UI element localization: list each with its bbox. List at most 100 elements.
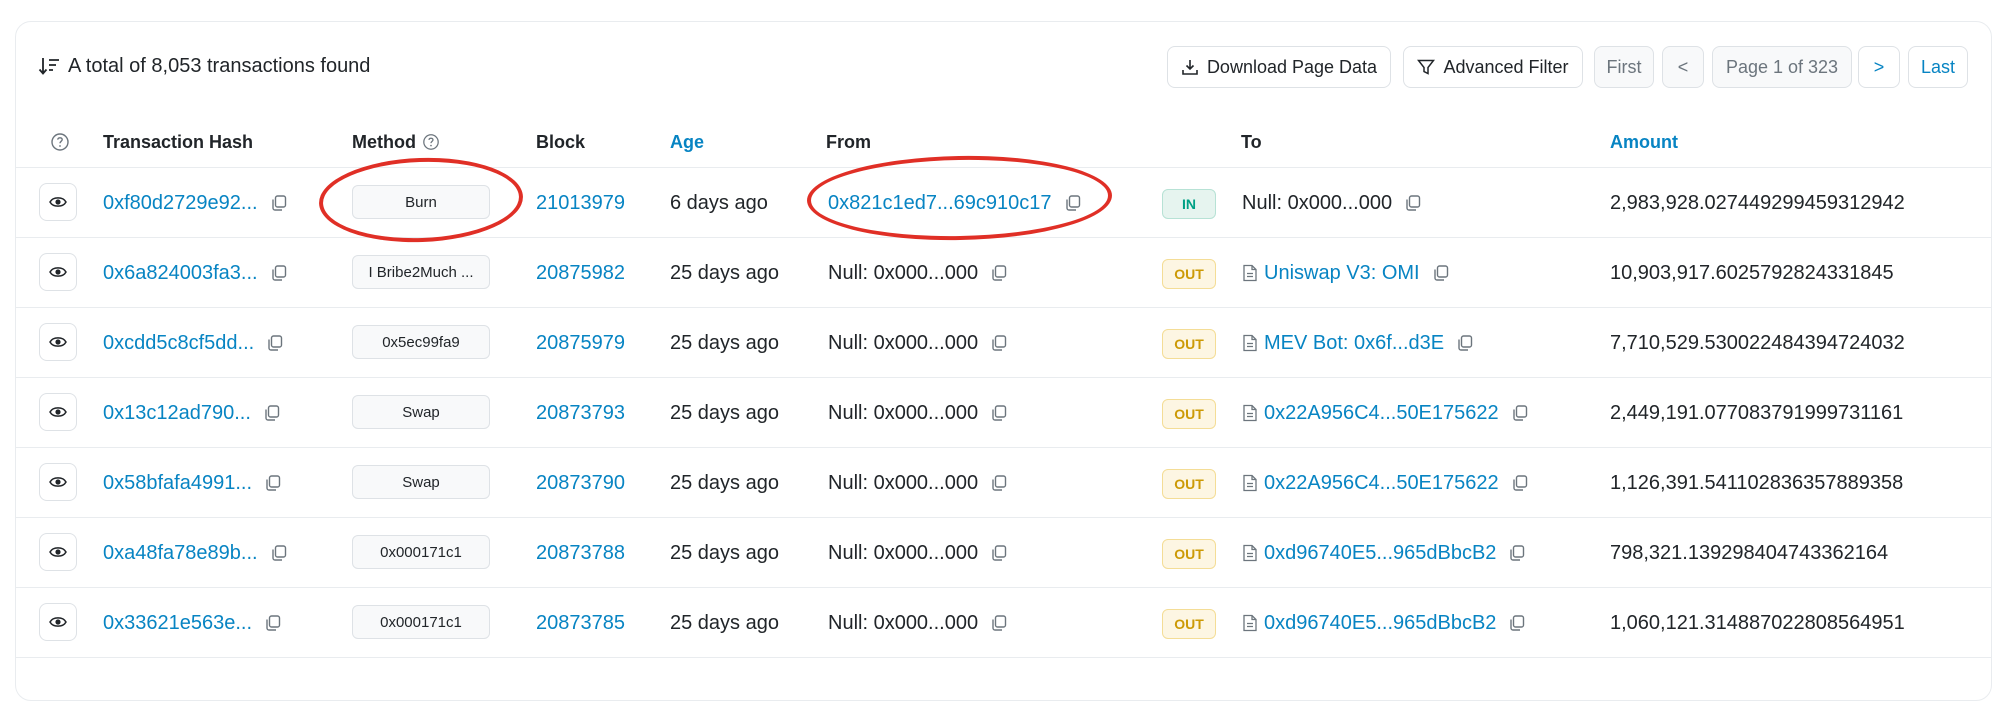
download-page-data-button[interactable]: Download Page Data <box>1167 46 1391 88</box>
page-indicator-label: Page 1 of 323 <box>1725 56 1839 77</box>
view-details-button[interactable] <box>39 323 77 361</box>
document-icon <box>1242 334 1258 352</box>
view-details-button[interactable] <box>39 393 77 431</box>
copy-icon[interactable] <box>990 474 1008 492</box>
age-text: 25 days ago <box>670 401 779 424</box>
block-link[interactable]: 21013979 <box>536 192 625 215</box>
transaction-hash-link[interactable]: 0x13c12ad790... <box>103 402 251 425</box>
from-address[interactable]: Null: 0x000...000 <box>828 262 978 285</box>
to-address[interactable]: 0x22A956C4...50E175622 <box>1264 402 1499 425</box>
copy-icon[interactable] <box>990 544 1008 562</box>
copy-icon[interactable] <box>264 614 282 632</box>
copy-icon[interactable] <box>1064 194 1082 212</box>
to-address[interactable]: Null: 0x000...000 <box>1242 192 1392 215</box>
block-link[interactable]: 20875979 <box>536 332 625 355</box>
eye-icon <box>49 617 67 627</box>
advanced-filter-label: Advanced Filter <box>1443 56 1569 77</box>
to-address[interactable]: Uniswap V3: OMI <box>1264 262 1420 285</box>
from-address[interactable]: 0x821c1ed7...69c910c17 <box>828 192 1052 215</box>
copy-icon[interactable] <box>270 194 288 212</box>
copy-icon[interactable] <box>1511 474 1529 492</box>
to-address[interactable]: 0x22A956C4...50E175622 <box>1264 472 1499 495</box>
sort-icon <box>38 58 59 75</box>
amount-value: 7,710,529.530022484394724032 <box>1610 331 1905 354</box>
from-address[interactable]: Null: 0x000...000 <box>828 332 978 355</box>
copy-icon[interactable] <box>266 334 284 352</box>
from-address[interactable]: Null: 0x000...000 <box>828 612 978 635</box>
copy-icon[interactable] <box>263 404 281 422</box>
direction-badge: OUT <box>1162 329 1216 359</box>
table-row: 0x13c12ad790... Swap 20873793 25 days ag… <box>16 378 1991 448</box>
view-details-button[interactable] <box>39 603 77 641</box>
copy-icon[interactable] <box>1511 404 1529 422</box>
copy-icon[interactable] <box>1508 544 1526 562</box>
amount-value: 798,321.139298404743362164 <box>1610 541 1889 564</box>
method-badge: Swap <box>352 465 490 499</box>
filter-icon <box>1417 59 1436 75</box>
block-link[interactable]: 20873785 <box>536 612 625 635</box>
transaction-hash-link[interactable]: 0x33621e563e... <box>103 612 252 635</box>
transaction-hash-link[interactable]: 0xf80d2729e92... <box>103 192 258 215</box>
copy-icon[interactable] <box>270 544 288 562</box>
column-age[interactable]: Age <box>670 117 704 167</box>
copy-icon[interactable] <box>990 404 1008 422</box>
copy-icon[interactable] <box>264 474 282 492</box>
amount-value: 1,126,391.541102836357889358 <box>1610 471 1904 494</box>
transaction-hash-link[interactable]: 0xcdd5c8cf5dd... <box>103 332 254 355</box>
column-help[interactable] <box>50 117 70 167</box>
from-address[interactable]: Null: 0x000...000 <box>828 402 978 425</box>
direction-badge: OUT <box>1162 399 1216 429</box>
column-to: To <box>1241 131 1262 152</box>
transaction-hash-link[interactable]: 0x58bfafa4991... <box>103 472 252 495</box>
to-address[interactable]: MEV Bot: 0x6f...d3E <box>1264 332 1444 355</box>
next-page-button[interactable]: > <box>1858 46 1900 88</box>
transaction-hash-link[interactable]: 0x6a824003fa3... <box>103 262 258 285</box>
to-address[interactable]: 0xd96740E5...965dBbcB2 <box>1264 542 1496 565</box>
direction-badge: OUT <box>1162 609 1216 639</box>
column-from: From <box>826 131 871 152</box>
block-link[interactable]: 20873793 <box>536 402 625 425</box>
first-page-button[interactable]: First <box>1594 46 1654 88</box>
copy-icon[interactable] <box>990 334 1008 352</box>
last-page-button[interactable]: Last <box>1908 46 1968 88</box>
download-label: Download Page Data <box>1206 56 1378 77</box>
table-row: 0x33621e563e... 0x000171c1 20873785 25 d… <box>16 588 1991 658</box>
copy-icon[interactable] <box>270 264 288 282</box>
view-details-button[interactable] <box>39 463 77 501</box>
eye-icon <box>49 197 67 207</box>
advanced-filter-button[interactable]: Advanced Filter <box>1403 46 1583 88</box>
view-details-button[interactable] <box>39 183 77 221</box>
copy-icon[interactable] <box>990 264 1008 282</box>
block-link[interactable]: 20873788 <box>536 542 625 565</box>
from-address[interactable]: Null: 0x000...000 <box>828 542 978 565</box>
block-link[interactable]: 20873790 <box>536 472 625 495</box>
table-row: 0x58bfafa4991... Swap 20873790 25 days a… <box>16 448 1991 518</box>
to-address[interactable]: 0xd96740E5...965dBbcB2 <box>1264 612 1496 635</box>
document-icon <box>1242 404 1258 422</box>
amount-value: 1,060,121.314887022808564951 <box>1610 611 1905 634</box>
copy-icon[interactable] <box>1404 194 1422 212</box>
copy-icon[interactable] <box>1432 264 1450 282</box>
copy-icon[interactable] <box>1508 614 1526 632</box>
eye-icon <box>49 407 67 417</box>
from-address[interactable]: Null: 0x000...000 <box>828 472 978 495</box>
block-link[interactable]: 20875982 <box>536 262 625 285</box>
method-badge: 0x000171c1 <box>352 605 490 639</box>
copy-icon[interactable] <box>990 614 1008 632</box>
chevron-left-icon: < <box>1677 56 1689 77</box>
previous-page-button[interactable]: < <box>1662 46 1704 88</box>
view-details-button[interactable] <box>39 253 77 291</box>
download-icon <box>1182 60 1198 75</box>
help-icon[interactable] <box>422 133 440 151</box>
column-transaction-hash: Transaction Hash <box>103 131 254 152</box>
copy-icon[interactable] <box>1456 334 1474 352</box>
age-text: 25 days ago <box>670 261 779 284</box>
column-amount[interactable]: Amount <box>1610 117 1678 167</box>
age-text: 25 days ago <box>670 471 779 494</box>
document-icon <box>1242 264 1258 282</box>
transaction-hash-link[interactable]: 0xa48fa78e89b... <box>103 542 258 565</box>
document-icon <box>1242 544 1258 562</box>
view-details-button[interactable] <box>39 533 77 571</box>
table-row: 0xa48fa78e89b... 0x000171c1 20873788 25 … <box>16 518 1991 588</box>
method-badge: Burn <box>352 185 490 219</box>
